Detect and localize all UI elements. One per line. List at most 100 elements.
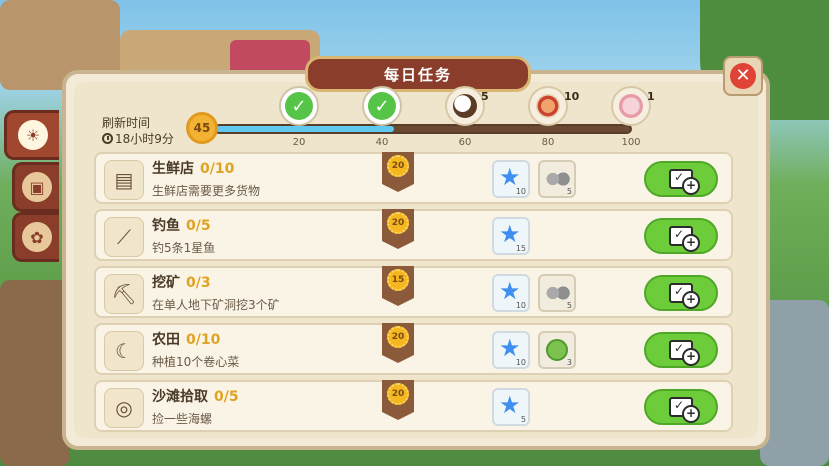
stone-icon bbox=[545, 170, 571, 188]
reward-slot[interactable]: 3 bbox=[538, 331, 576, 369]
close-button[interactable]: ✕ bbox=[723, 56, 763, 96]
task-description: 在单人地下矿洞挖3个矿 bbox=[152, 298, 280, 312]
sun-icon: 20 bbox=[387, 383, 409, 405]
task-go-button[interactable] bbox=[644, 389, 718, 425]
panel-title: 每日任务 bbox=[305, 56, 531, 92]
milestone-count: 1 bbox=[647, 90, 655, 103]
reward-count: 5 bbox=[566, 187, 572, 196]
pickaxe-icon: ⛏ bbox=[104, 274, 144, 314]
star-icon: ★ bbox=[499, 277, 521, 305]
tab-flower[interactable]: ✿ bbox=[12, 212, 59, 262]
reward-slot[interactable]: ★ 5 bbox=[492, 388, 530, 426]
progress-tick-label: 20 bbox=[292, 137, 306, 148]
shell-icon: ◎ bbox=[104, 388, 144, 428]
star-icon: ★ bbox=[499, 163, 521, 191]
task-row: ⟋ 钓鱼 0/5 钓5条1星鱼 20 ★ 15 bbox=[94, 209, 733, 261]
refresh-time-value: 18小时9分 bbox=[115, 132, 174, 146]
task-progress: 0/5 bbox=[186, 218, 211, 234]
milestone-count: 5 bbox=[481, 90, 489, 103]
background-fence bbox=[0, 280, 70, 466]
reward-slot[interactable]: ★ 15 bbox=[492, 217, 530, 255]
milestone-reward[interactable]: 5 bbox=[445, 86, 489, 126]
task-name: 钓鱼 0/5 bbox=[152, 215, 211, 235]
milestone-claimed[interactable]: ✓ bbox=[362, 86, 402, 126]
fishing-rod-icon: ⟋ bbox=[104, 217, 144, 257]
sun-icon: 20 bbox=[387, 326, 409, 348]
points-ribbon: 20 bbox=[382, 209, 414, 249]
star-icon: ★ bbox=[499, 334, 521, 362]
refresh-time: 18小时9分 bbox=[102, 130, 174, 147]
task-name: 挖矿 0/3 bbox=[152, 272, 211, 292]
task-go-button[interactable] bbox=[644, 218, 718, 254]
reward-count: 3 bbox=[566, 358, 572, 367]
refresh-label: 刷新时间 bbox=[102, 116, 151, 130]
task-name: 农田 0/10 bbox=[152, 329, 220, 349]
points-ribbon: 20 bbox=[382, 152, 414, 192]
task-title: 生鲜店 bbox=[152, 161, 194, 177]
task-go-button[interactable] bbox=[644, 161, 718, 197]
stone-icon bbox=[545, 284, 571, 302]
task-row: ☾ 农田 0/10 种植10个卷心菜 20 ★ 10 3 bbox=[94, 323, 733, 375]
milestone-reward[interactable]: 10 bbox=[528, 86, 579, 126]
progress-fill bbox=[216, 126, 395, 132]
task-description: 生鲜店需要更多货物 bbox=[152, 184, 261, 198]
task-progress: 0/10 bbox=[200, 161, 235, 177]
task-row: ⛏ 挖矿 0/3 在单人地下矿洞挖3个矿 15 ★ 10 5 bbox=[94, 266, 733, 318]
level-badge: 45 bbox=[186, 112, 218, 144]
task-add-icon bbox=[669, 397, 700, 423]
tab-shop[interactable]: ▣ bbox=[12, 162, 59, 212]
star-icon: ★ bbox=[499, 220, 521, 248]
reward-count: 5 bbox=[520, 415, 526, 424]
reward-count: 10 bbox=[515, 358, 526, 367]
background-rock bbox=[760, 300, 829, 466]
check-icon: ✓ bbox=[285, 92, 313, 120]
fish-dish-icon bbox=[536, 94, 560, 118]
reward-count: 10 bbox=[515, 301, 526, 310]
task-title: 沙滩拾取 bbox=[152, 389, 208, 405]
reward-slot[interactable]: 5 bbox=[538, 274, 576, 312]
tab-daily[interactable]: ☀ bbox=[4, 110, 59, 160]
ham-icon bbox=[619, 94, 643, 118]
milestone-claimed[interactable]: ✓ bbox=[279, 86, 319, 126]
reward-slot[interactable]: 5 bbox=[538, 160, 576, 198]
task-go-button[interactable] bbox=[644, 275, 718, 311]
clock-icon bbox=[102, 133, 113, 144]
task-description: 钓5条1星鱼 bbox=[152, 241, 216, 255]
reward-slot[interactable]: ★ 10 bbox=[492, 160, 530, 198]
register-icon: ▤ bbox=[104, 160, 144, 200]
task-go-button[interactable] bbox=[644, 332, 718, 368]
task-progress: 0/10 bbox=[186, 332, 221, 348]
close-icon: ✕ bbox=[730, 63, 756, 89]
task-row: ▤ 生鲜店 0/10 生鲜店需要更多货物 20 ★ 10 5 bbox=[94, 152, 733, 204]
reward-slot[interactable]: ★ 10 bbox=[492, 274, 530, 312]
task-progress: 0/5 bbox=[214, 389, 239, 405]
task-add-icon bbox=[669, 226, 700, 252]
task-title: 农田 bbox=[152, 332, 180, 348]
check-icon: ✓ bbox=[368, 92, 396, 120]
cabbage-seed-icon bbox=[546, 339, 568, 361]
reward-count: 10 bbox=[515, 187, 526, 196]
task-add-icon bbox=[669, 169, 700, 195]
progress-tick-label: 100 bbox=[621, 137, 641, 148]
milestone-reward[interactable]: 1 bbox=[611, 86, 655, 126]
progress-tick-label: 40 bbox=[375, 137, 389, 148]
sun-icon: 15 bbox=[387, 269, 409, 291]
sun-icon: 20 bbox=[387, 155, 409, 177]
points-ribbon: 20 bbox=[382, 323, 414, 363]
sickle-icon: ☾ bbox=[104, 331, 144, 371]
task-name: 沙滩拾取 0/5 bbox=[152, 386, 239, 406]
star-icon: ★ bbox=[499, 391, 521, 419]
progress-tick-label: 80 bbox=[541, 137, 555, 148]
bag-icon: ▣ bbox=[22, 172, 52, 202]
coconut-icon bbox=[453, 94, 477, 118]
task-description: 种植10个卷心菜 bbox=[152, 355, 240, 369]
reward-count: 15 bbox=[515, 244, 526, 253]
points-ribbon: 15 bbox=[382, 266, 414, 306]
flower-icon: ✿ bbox=[22, 222, 52, 252]
points-ribbon: 20 bbox=[382, 380, 414, 420]
reward-slot[interactable]: ★ 10 bbox=[492, 331, 530, 369]
milestone-count: 10 bbox=[564, 90, 580, 103]
task-add-icon bbox=[669, 283, 700, 309]
task-row: ◎ 沙滩拾取 0/5 捡一些海螺 20 ★ 5 bbox=[94, 380, 733, 432]
task-title: 钓鱼 bbox=[152, 218, 180, 234]
